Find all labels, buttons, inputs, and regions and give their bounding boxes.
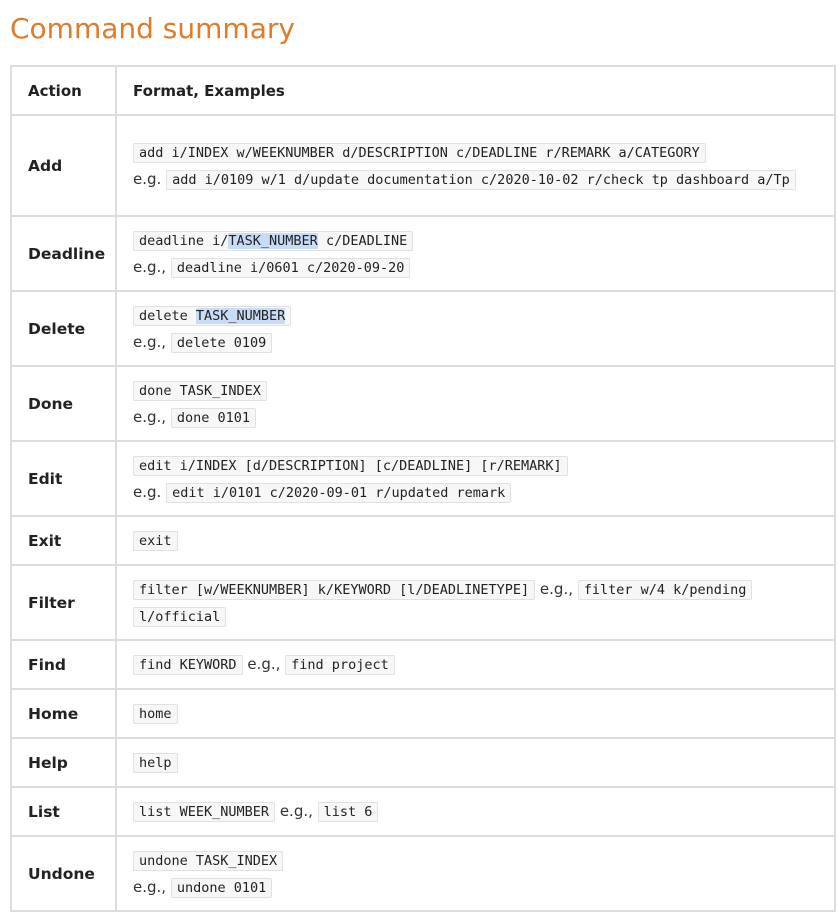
format-column-header: Format, Examples [115,65,836,116]
format-cell-deadline: deadline i/TASK_NUMBER c/DEADLINE e.g., … [115,215,836,292]
command-format-done: done TASK_INDEX [133,380,267,401]
command-format-edit: edit i/INDEX [d/DESCRIPTION] [c/DEADLINE… [133,455,568,476]
command-format-undone: undone TASK_INDEX [133,850,284,871]
action-label-find: Find [10,639,117,690]
action-label-exit: Exit [10,515,117,566]
table-header-row: Action Format, Examples [10,65,836,116]
table-row: Deadline deadline i/TASK_NUMBER c/DEADLI… [10,215,836,292]
table-row: Undone undone TASK_INDEX e.g., undone 01… [10,835,836,912]
format-cell-edit: edit i/INDEX [d/DESCRIPTION] [c/DEADLINE… [115,440,836,517]
format-cell-list: list WEEK_NUMBER e.g., list 6 [115,786,836,837]
command-format-find: find KEYWORD [133,655,243,675]
eg-label: e.g., [279,802,313,820]
action-label-help: Help [10,737,117,788]
action-label-deadline: Deadline [10,215,117,292]
table-row: List list WEEK_NUMBER e.g., list 6 [10,786,836,837]
table-row: Done done TASK_INDEX e.g., done 0101 [10,365,836,442]
eg-label: e.g. [133,482,162,501]
action-label-done: Done [10,365,117,442]
command-example-find: find project [285,655,395,675]
eg-label: e.g., [133,257,167,276]
command-example-done: done 0101 [170,407,256,428]
format-cell-home: home [115,688,836,739]
command-format-exit: exit [133,531,178,551]
format-cell-add: add i/INDEX w/WEEKNUMBER d/DESCRIPTION c… [115,114,836,217]
action-column-header: Action [10,65,117,116]
command-format-home: home [133,704,178,724]
command-format-help: help [133,753,178,773]
action-label-edit: Edit [10,440,117,517]
command-example-deadline: deadline i/0601 c/2020-09-20 [170,257,411,278]
table-row: Help help [10,737,836,788]
command-format-filter: filter [w/WEEKNUMBER] k/KEYWORD [l/DEADL… [133,579,536,600]
table-row: Home home [10,688,836,739]
format-cell-filter: filter [w/WEEKNUMBER] k/KEYWORD [l/DEADL… [115,564,836,641]
format-cell-undone: undone TASK_INDEX e.g., undone 0101 [115,835,836,912]
eg-label: e.g. [133,169,162,188]
table-row: Find find KEYWORD e.g., find project [10,639,836,690]
table-row: Add add i/INDEX w/WEEKNUMBER d/DESCRIPTI… [10,114,836,217]
action-label-filter: Filter [10,564,117,641]
action-label-delete: Delete [10,290,117,367]
command-example-list: list 6 [317,802,379,822]
table-row: Edit edit i/INDEX [d/DESCRIPTION] [c/DEA… [10,440,836,517]
action-label-list: List [10,786,117,837]
command-example-delete: delete 0109 [170,332,273,353]
format-cell-help: help [115,737,836,788]
format-cell-find: find KEYWORD e.g., find project [115,639,836,690]
command-format-list: list WEEK_NUMBER [133,802,276,822]
format-text: c/DEADLINE [317,232,408,249]
command-format-delete: delete TASK_NUMBER [133,305,292,326]
command-example-undone: undone 0101 [170,877,273,898]
eg-label: e.g., [133,877,167,896]
command-format-add: add i/INDEX w/WEEKNUMBER d/DESCRIPTION c… [133,142,706,163]
eg-label: e.g., [133,332,167,351]
table-row: Exit exit [10,515,836,566]
command-format-deadline: deadline i/TASK_NUMBER c/DEADLINE [133,230,414,251]
format-cell-done: done TASK_INDEX e.g., done 0101 [115,365,836,442]
format-text: delete [139,307,196,324]
eg-label: e.g., [133,407,167,426]
table-row: Delete delete TASK_NUMBER e.g., delete 0… [10,290,836,367]
format-cell-exit: exit [115,515,836,566]
selected-text-highlight: TASK_NUMBER [228,232,318,249]
eg-label: e.g., [247,655,281,673]
table-row: Filter filter [w/WEEKNUMBER] k/KEYWORD [… [10,564,836,641]
selected-text-highlight: TASK_NUMBER [195,307,286,324]
action-label-add: Add [10,114,117,217]
command-summary-table: Action Format, Examples Add add i/INDEX … [10,65,836,912]
command-example-add: add i/0109 w/1 d/update documentation c/… [166,169,796,190]
command-example-edit: edit i/0101 c/2020-09-01 r/updated remar… [166,482,512,503]
page-title: Command summary [10,12,295,45]
format-cell-delete: delete TASK_NUMBER e.g., delete 0109 [115,290,836,367]
eg-label: e.g., [539,579,573,598]
format-text: deadline i/ [139,232,229,249]
action-label-home: Home [10,688,117,739]
action-label-undone: Undone [10,835,117,912]
